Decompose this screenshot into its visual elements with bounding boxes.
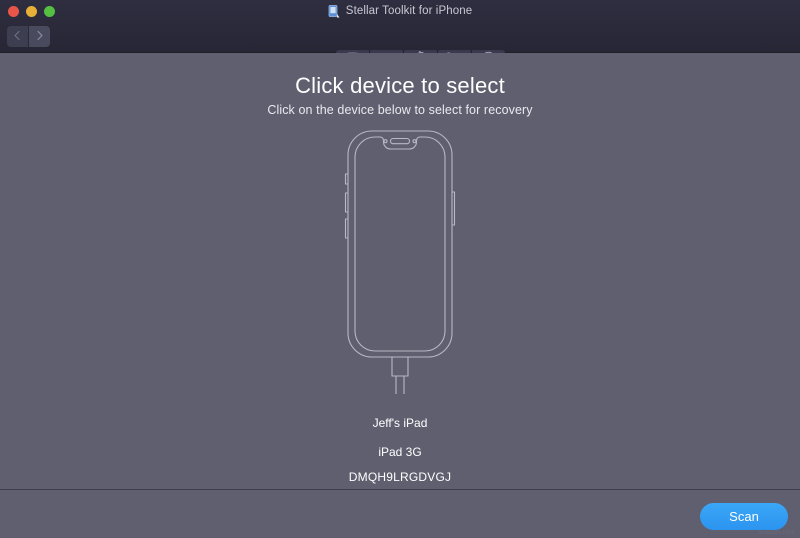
iphone-outline-icon: [326, 129, 474, 399]
app-window: Stellar Toolkit for iPhone Click device …: [0, 0, 800, 538]
nav-button-group: [7, 26, 50, 47]
page-subtitle: Click on the device below to select for …: [267, 103, 533, 117]
chevron-left-icon: [13, 29, 22, 44]
window-title: Stellar Toolkit for iPhone: [345, 5, 473, 17]
device-serial: DMQH9LRGDVGJ: [348, 470, 452, 484]
scan-button[interactable]: Scan: [700, 503, 788, 530]
window-title-group: Stellar Toolkit for iPhone: [0, 0, 800, 22]
chevron-right-icon: [35, 29, 44, 44]
device-name: Jeff's iPad: [372, 416, 428, 430]
page-title: Click device to select: [295, 73, 505, 98]
device-model: iPad 3G: [378, 445, 422, 459]
window-titlebar: Stellar Toolkit for iPhone: [0, 0, 800, 22]
forward-button[interactable]: [29, 26, 50, 47]
device-card[interactable]: Jeff's iPad iPad 3G DMQH9LRGDVGJ: [0, 129, 800, 484]
watermark: wisdom.com: [758, 530, 795, 536]
phone-app-icon: [328, 4, 340, 18]
back-button[interactable]: [7, 26, 28, 47]
footer-bar: Scan wisdom.com: [0, 490, 800, 538]
toolbar: ?: [0, 22, 800, 69]
main-content: Click device to select Click on the devi…: [0, 53, 800, 489]
